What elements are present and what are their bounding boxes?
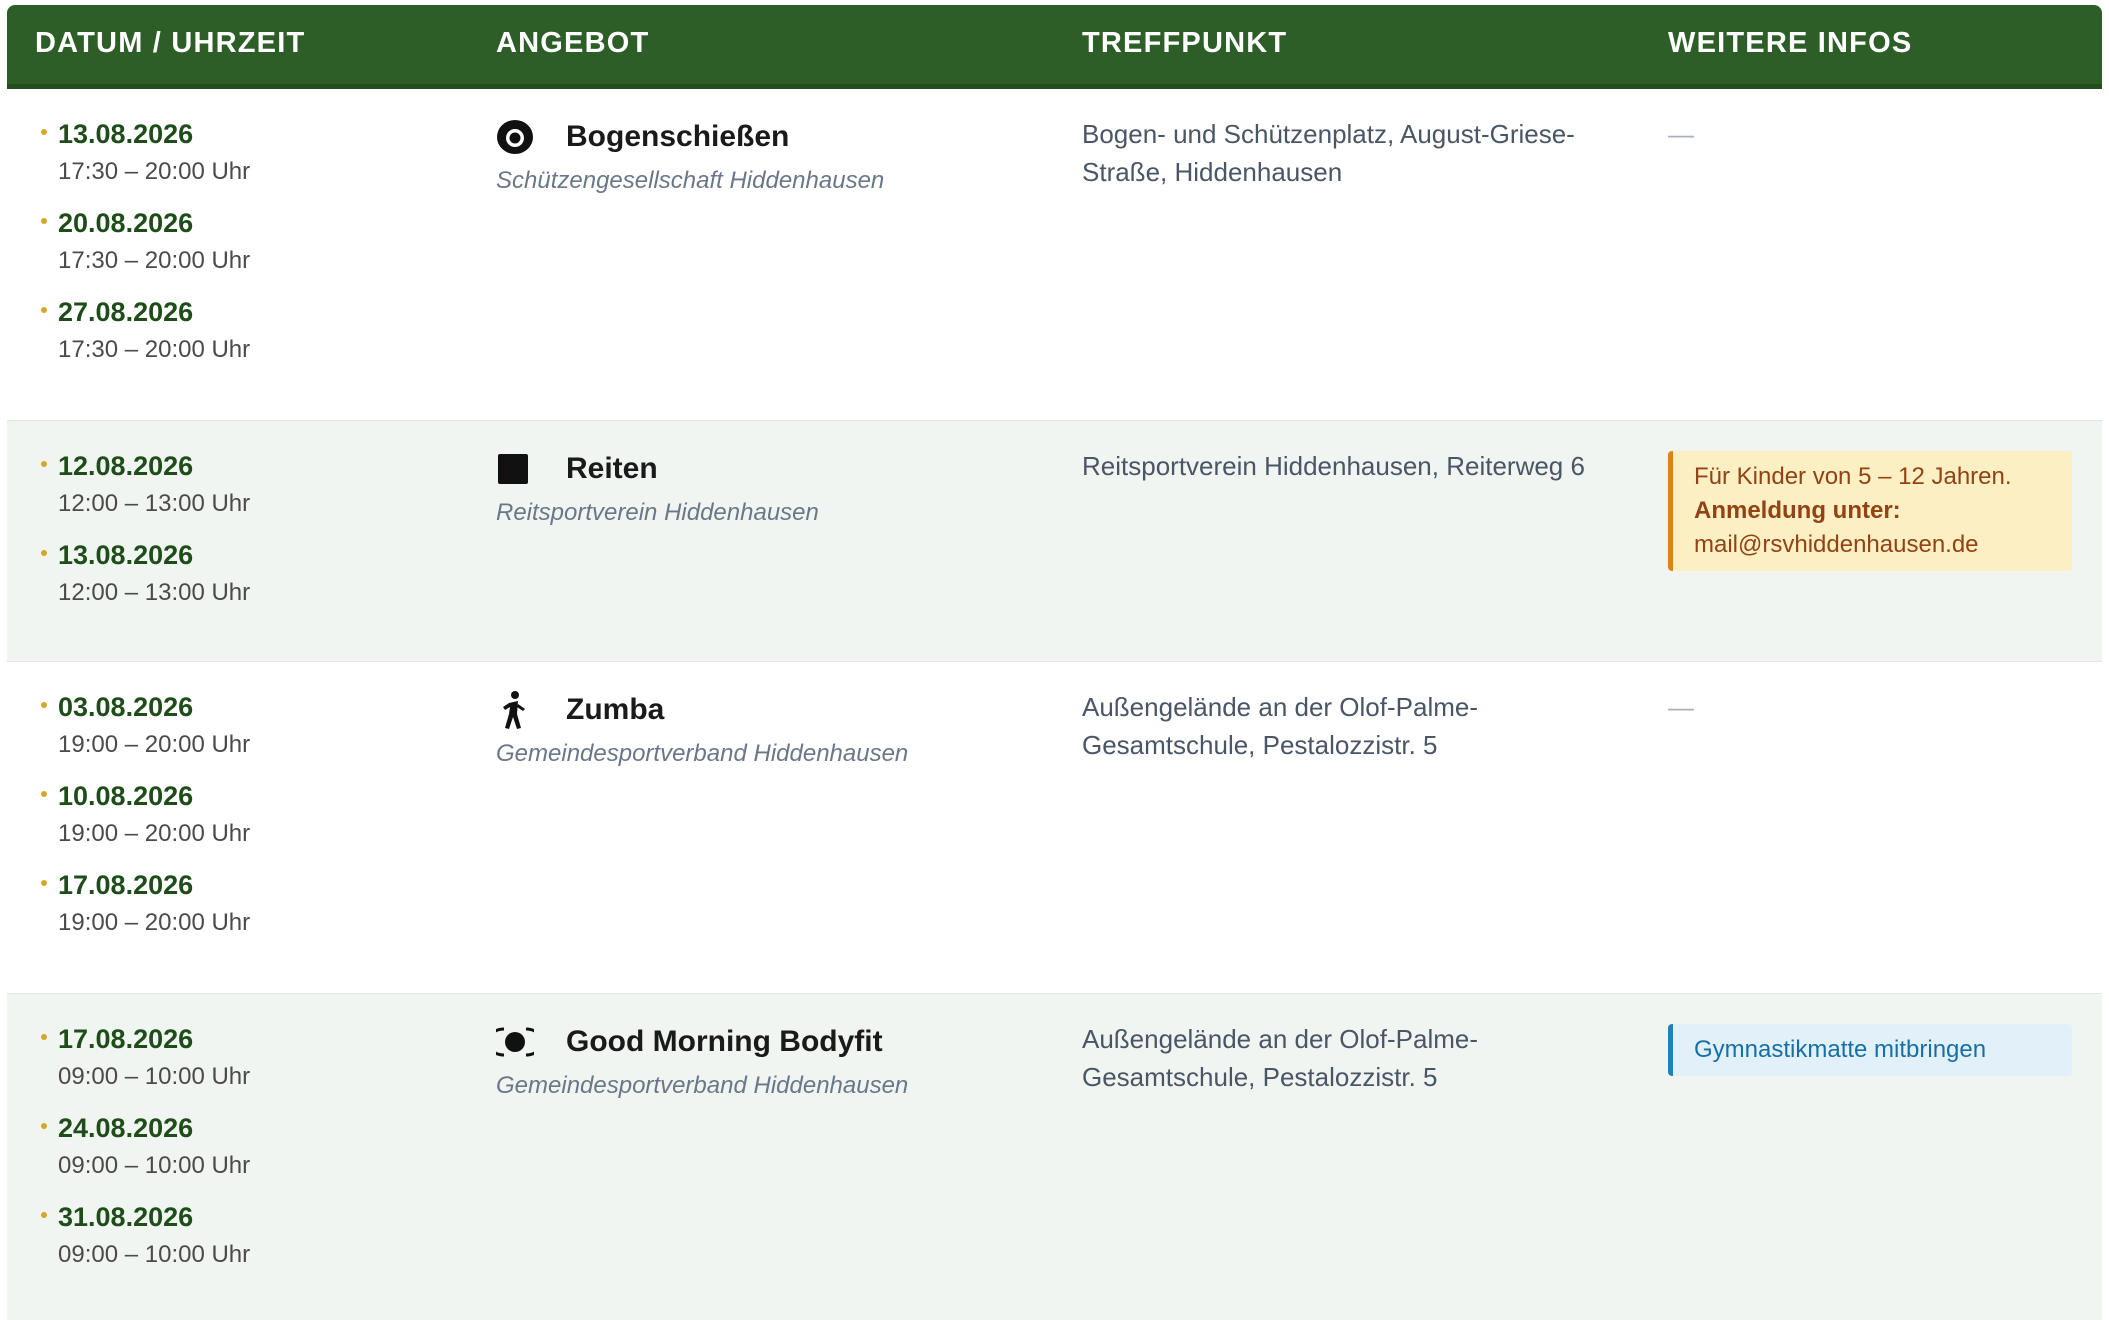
- bullet-icon: [41, 791, 47, 797]
- time: 17:30 – 20:00 Uhr: [58, 336, 251, 363]
- offer-name: Bogenschießen: [566, 120, 790, 153]
- time: 12:00 – 13:00 Uhr: [58, 579, 251, 606]
- date-item: 13.08.2026 12:00 – 13:00 Uhr: [35, 536, 250, 612]
- offer-name: Reiten: [566, 452, 658, 485]
- date: 13.08.2026: [58, 119, 194, 149]
- date: 17.08.2026: [58, 870, 194, 900]
- header-offer: ANGEBOT: [496, 27, 650, 59]
- meeting-point: Reitsportverein Hiddenhausen, Reiterweg …: [1082, 451, 1585, 481]
- info-cell: —: [1668, 688, 1694, 726]
- walking-person-icon: [496, 690, 540, 730]
- meeting-point: Außengelände an der Olof-Palme-Gesamtsch…: [1082, 692, 1479, 760]
- events-table: DATUM / UHRZEIT ANGEBOT TREFFPUNKT WEITE…: [7, 5, 2102, 1320]
- date: 17.08.2026: [58, 1024, 194, 1054]
- table-row: 03.08.2026 19:00 – 20:00 Uhr 10.08.2026 …: [7, 662, 2102, 994]
- bullet-icon: [41, 307, 47, 313]
- time: 09:00 – 10:00 Uhr: [58, 1241, 251, 1268]
- date-list: 17.08.2026 09:00 – 10:00 Uhr 24.08.2026 …: [35, 1020, 250, 1287]
- time: 19:00 – 20:00 Uhr: [58, 909, 251, 936]
- sun-icon: [496, 1022, 540, 1062]
- target-icon: [496, 117, 540, 157]
- offer-cell: Zumba Gemeindesportverband Hiddenhausen: [496, 690, 908, 768]
- empty-info-dash: —: [1668, 692, 1694, 722]
- info-cell: —: [1668, 115, 1694, 153]
- time: 09:00 – 10:00 Uhr: [58, 1152, 251, 1179]
- bullet-icon: [41, 1123, 47, 1129]
- date-list: 13.08.2026 17:30 – 20:00 Uhr 20.08.2026 …: [35, 115, 250, 382]
- info-email[interactable]: mail@rsvhiddenhausen.de: [1694, 531, 1979, 558]
- offer-organizer: Schützengesellschaft Hiddenhausen: [496, 167, 885, 194]
- time: 19:00 – 20:00 Uhr: [58, 731, 251, 758]
- bullet-icon: [41, 218, 47, 224]
- info-bold-label: Anmeldung unter:: [1694, 497, 1901, 524]
- bullet-icon: [41, 1034, 47, 1040]
- date-item: 27.08.2026 17:30 – 20:00 Uhr: [35, 293, 250, 369]
- header-date-time: DATUM / UHRZEIT: [35, 27, 306, 59]
- bullet-icon: [41, 550, 47, 556]
- date-item: 20.08.2026 17:30 – 20:00 Uhr: [35, 204, 250, 280]
- offer-name: Zumba: [566, 693, 665, 726]
- bullet-icon: [41, 461, 47, 467]
- date-item: 17.08.2026 19:00 – 20:00 Uhr: [35, 866, 250, 942]
- info-cell: Gymnastikmatte mitbringen: [1668, 1020, 2072, 1076]
- bullet-icon: [41, 702, 47, 708]
- date: 13.08.2026: [58, 540, 194, 570]
- offer-organizer: Reitsportverein Hiddenhausen: [496, 499, 819, 526]
- table-row: 12.08.2026 12:00 – 13:00 Uhr 13.08.2026 …: [7, 421, 2102, 662]
- table-row: 13.08.2026 17:30 – 20:00 Uhr 20.08.2026 …: [7, 89, 2102, 421]
- date: 03.08.2026: [58, 692, 194, 722]
- date-item: 17.08.2026 09:00 – 10:00 Uhr: [35, 1020, 250, 1096]
- bullet-icon: [41, 880, 47, 886]
- time: 17:30 – 20:00 Uhr: [58, 158, 251, 185]
- offer-cell: Reiten Reitsportverein Hiddenhausen: [496, 449, 819, 527]
- date-item: 03.08.2026 19:00 – 20:00 Uhr: [35, 688, 250, 764]
- date: 12.08.2026: [58, 451, 194, 481]
- date: 31.08.2026: [58, 1202, 194, 1232]
- date-item: 24.08.2026 09:00 – 10:00 Uhr: [35, 1109, 250, 1185]
- date-list: 12.08.2026 12:00 – 13:00 Uhr 13.08.2026 …: [35, 447, 250, 625]
- header-more-info: WEITERE INFOS: [1668, 27, 1913, 59]
- date: 27.08.2026: [58, 297, 194, 327]
- empty-info-dash: —: [1668, 119, 1694, 149]
- date: 24.08.2026: [58, 1113, 194, 1143]
- date: 20.08.2026: [58, 208, 194, 238]
- offer-organizer: Gemeindesportverband Hiddenhausen: [496, 1072, 909, 1099]
- meeting-point: Außengelände an der Olof-Palme-Gesamtsch…: [1082, 1024, 1479, 1092]
- offer-cell: Good Morning Bodyfit Gemeindesportverban…: [496, 1022, 908, 1100]
- bullet-icon: [41, 129, 47, 135]
- table-row: 17.08.2026 09:00 – 10:00 Uhr 24.08.2026 …: [7, 994, 2102, 1320]
- date-item: 13.08.2026 17:30 – 20:00 Uhr: [35, 115, 250, 191]
- date: 10.08.2026: [58, 781, 194, 811]
- info-note-box: Gymnastikmatte mitbringen: [1668, 1024, 2072, 1076]
- time: 09:00 – 10:00 Uhr: [58, 1063, 251, 1090]
- time: 12:00 – 13:00 Uhr: [58, 490, 251, 517]
- offer-cell: Bogenschießen Schützengesellschaft Hidde…: [496, 117, 884, 195]
- date-item: 12.08.2026 12:00 – 13:00 Uhr: [35, 447, 250, 523]
- info-text: Für Kinder von 5 – 12 Jahren.: [1694, 463, 2012, 490]
- date-item: 10.08.2026 19:00 – 20:00 Uhr: [35, 777, 250, 853]
- square-icon: [496, 449, 540, 489]
- info-note-text: Gymnastikmatte mitbringen: [1694, 1036, 1987, 1063]
- table-header: DATUM / UHRZEIT ANGEBOT TREFFPUNKT WEITE…: [7, 5, 2102, 89]
- bullet-icon: [41, 1212, 47, 1218]
- date-item: 31.08.2026 09:00 – 10:00 Uhr: [35, 1198, 250, 1274]
- meeting-point: Bogen- und Schützenplatz, August-Griese-…: [1082, 119, 1575, 187]
- date-list: 03.08.2026 19:00 – 20:00 Uhr 10.08.2026 …: [35, 688, 250, 955]
- offer-name: Good Morning Bodyfit: [566, 1025, 883, 1058]
- offer-organizer: Gemeindesportverband Hiddenhausen: [496, 740, 909, 767]
- info-warning-box: Für Kinder von 5 – 12 Jahren. Anmeldung …: [1668, 451, 2072, 571]
- time: 19:00 – 20:00 Uhr: [58, 820, 251, 847]
- header-meeting-point: TREFFPUNKT: [1082, 27, 1288, 59]
- info-cell: Für Kinder von 5 – 12 Jahren. Anmeldung …: [1668, 447, 2072, 571]
- time: 17:30 – 20:00 Uhr: [58, 247, 251, 274]
